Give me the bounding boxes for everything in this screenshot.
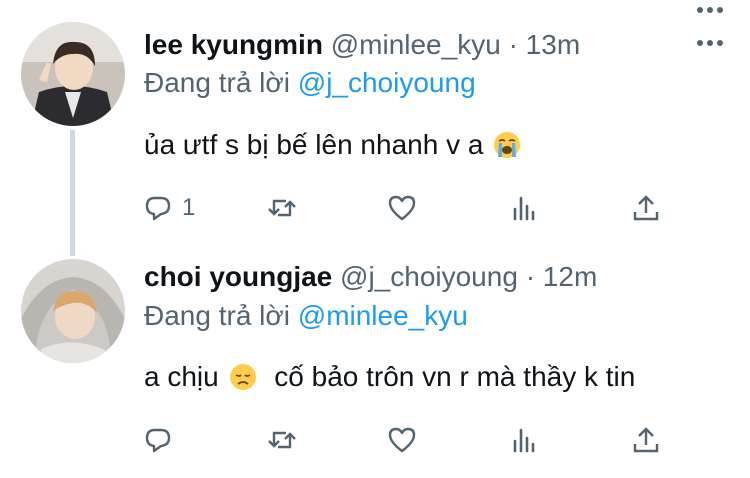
user-handle[interactable]: @minlee_kyu <box>331 29 501 60</box>
share-icon <box>633 195 659 221</box>
disappointed-face-icon <box>229 363 257 391</box>
tweet-text-content: ủa ưtf s bị bế lên nhanh v a <box>144 129 484 160</box>
reply-icon <box>145 196 171 221</box>
timestamp[interactable]: 12m <box>543 261 597 292</box>
tweet-actions: 1 <box>140 188 680 228</box>
tweet-header: choi youngjae @j_choiyoung · 12m <box>144 260 597 294</box>
tweet-text: a chịu cố bảo trôn vn r mà thầy k tin <box>144 359 635 395</box>
stats-icon <box>513 196 535 221</box>
separator-dot: · <box>508 29 518 60</box>
replying-to: Đang trả lời @j_choiyoung <box>144 66 476 100</box>
separator-dot: · <box>525 261 536 292</box>
loudly-crying-face-icon <box>493 131 521 159</box>
tweet-text: ủa ưtf s bị bế lên nhanh v a <box>144 127 521 163</box>
avatar[interactable] <box>21 259 125 363</box>
display-name[interactable]: choi youngjae <box>144 261 332 292</box>
tweet-text-content: a chịu <box>144 361 219 392</box>
timestamp[interactable]: 13m <box>526 29 580 60</box>
tweet-header: lee kyungmin @minlee_kyu · 13m <box>144 28 580 62</box>
mention-link[interactable]: @minlee_kyu <box>298 300 468 331</box>
replying-to-label: Đang trả lời <box>144 300 290 331</box>
reply-button[interactable]: 1 <box>142 188 195 228</box>
share-icon <box>633 427 659 453</box>
avatar[interactable] <box>21 22 125 126</box>
mention-link[interactable]: @j_choiyoung <box>298 67 476 98</box>
more-icon[interactable] <box>690 0 730 20</box>
tweet-text-continuation: cố bảo trôn vn r mà thầy k tin <box>274 361 636 392</box>
more-icon[interactable] <box>690 33 730 53</box>
tweet[interactable]: choi youngjae @j_choiyoung · 12m Đang tr… <box>0 250 750 478</box>
like-button[interactable] <box>386 420 418 460</box>
share-button[interactable] <box>630 188 662 228</box>
thread-line <box>70 130 75 256</box>
user-handle[interactable]: @j_choiyoung <box>340 261 518 292</box>
stats-icon <box>513 428 535 453</box>
retweet-button[interactable] <box>266 188 298 228</box>
replying-to-label: Đang trả lời <box>144 67 290 98</box>
retweet-button[interactable] <box>266 420 298 460</box>
tweet-actions <box>140 420 680 460</box>
retweet-icon <box>268 431 296 449</box>
share-button[interactable] <box>630 420 662 460</box>
reply-count: 1 <box>182 194 196 221</box>
stats-button[interactable] <box>508 420 540 460</box>
retweet-icon <box>268 199 296 217</box>
tweet[interactable]: lee kyungmin @minlee_kyu · 13m Đang trả … <box>0 0 750 256</box>
like-button[interactable] <box>386 188 418 228</box>
reply-button[interactable] <box>142 420 174 460</box>
reply-icon <box>145 428 171 453</box>
stats-button[interactable] <box>508 188 540 228</box>
like-icon <box>388 195 416 221</box>
display-name[interactable]: lee kyungmin <box>144 29 323 60</box>
replying-to: Đang trả lời @minlee_kyu <box>144 299 468 333</box>
like-icon <box>388 427 416 453</box>
